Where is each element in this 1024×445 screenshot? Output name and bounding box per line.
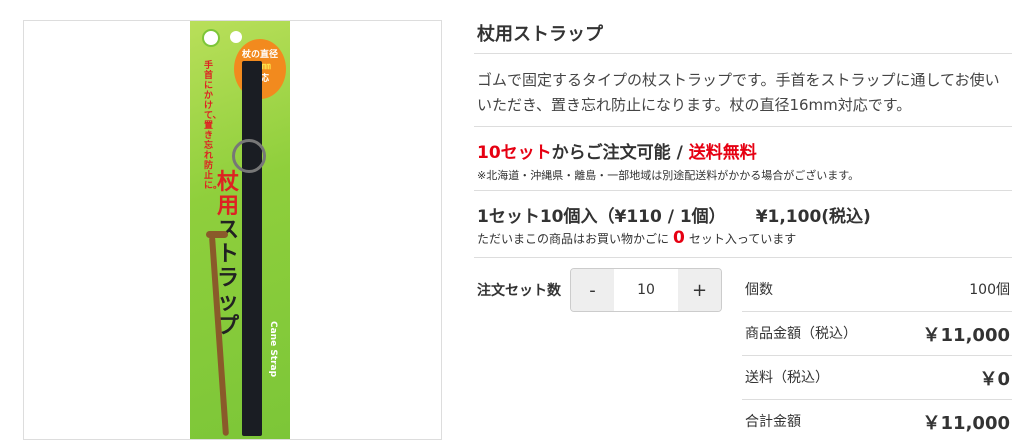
summary-row-count: 個数 100個 (742, 268, 1012, 312)
package-illustration: 杖の直径 16㎜ 対応 手首にかけて、置き忘れ防止に。 杖用ストラップ Cane… (190, 21, 290, 439)
min-suffix: からご注文可能 / (551, 143, 689, 163)
summary-value: ￥0 (979, 369, 1010, 390)
package-subtitle: Cane Strap (268, 321, 278, 378)
summary-value: 100個 (969, 282, 1010, 298)
order-summary: 個数 100個 商品金額（税込） ￥11,000 送料（税込） ￥0 合計金額 … (742, 268, 1012, 443)
ring-graphic (232, 139, 266, 173)
summary-label: 合計金額 (745, 414, 801, 430)
summary-label: 個数 (745, 282, 773, 298)
price-info: 1セット10個入（¥110 / 1個） ¥1,100(税込) (477, 202, 871, 227)
product-title: 杖用ストラップ (477, 24, 603, 45)
summary-row-shipping: 送料（税込） ￥0 (742, 356, 1012, 400)
set-info: 1セット10個入（¥110 / 1個） (477, 207, 726, 227)
decrement-button[interactable]: - (571, 269, 614, 311)
summary-label: 商品金額（税込） (745, 326, 857, 342)
brand-logo-icon (202, 29, 220, 47)
summary-row-total: 合計金額 ￥11,000 (742, 400, 1012, 443)
divider (474, 53, 1012, 54)
free-shipping-label: 送料無料 (688, 143, 757, 163)
quantity-stepper: - 10 + (570, 268, 722, 312)
shipping-note: ※北海道・沖縄県・離島・一部地域は別途配送料がかかる場合がございます。 (477, 169, 860, 182)
hang-hole (230, 31, 242, 43)
summary-label: 送料（税込） (745, 370, 829, 386)
min-sets: 10セット (477, 143, 552, 163)
product-image: 杖の直径 16㎜ 対応 手首にかけて、置き忘れ防止に。 杖用ストラップ Cane… (23, 20, 442, 440)
divider (474, 190, 1012, 191)
badge-line1: 杖の直径 (241, 50, 278, 60)
order-condition: 10セットからご注文可能 / 送料無料 (477, 138, 757, 163)
divider (474, 126, 1012, 127)
product-description: ゴムで固定するタイプの杖ストラップです。手首をストラップに通してお使いいただき、… (477, 71, 1000, 114)
summary-value: ￥11,000 (922, 325, 1010, 346)
cart-suffix: セット入っています (688, 232, 797, 246)
set-price: ¥1,100(税込) (755, 207, 871, 227)
summary-value: ￥11,000 (922, 413, 1010, 434)
strap-graphic (242, 61, 262, 436)
cart-prefix: ただいまこの商品はお買い物かごに (477, 232, 670, 246)
quantity-input[interactable]: 10 (614, 269, 678, 311)
increment-button[interactable]: + (678, 269, 721, 311)
package-title-red: 杖用 (216, 170, 239, 219)
summary-row-subtotal: 商品金額（税込） ￥11,000 (742, 312, 1012, 356)
cart-count: 0 (673, 228, 685, 248)
quantity-label: 注文セット数 (477, 283, 561, 299)
divider (474, 257, 1012, 258)
cart-status: ただいまこの商品はお買い物かごに 0 セット入っています (477, 228, 796, 248)
